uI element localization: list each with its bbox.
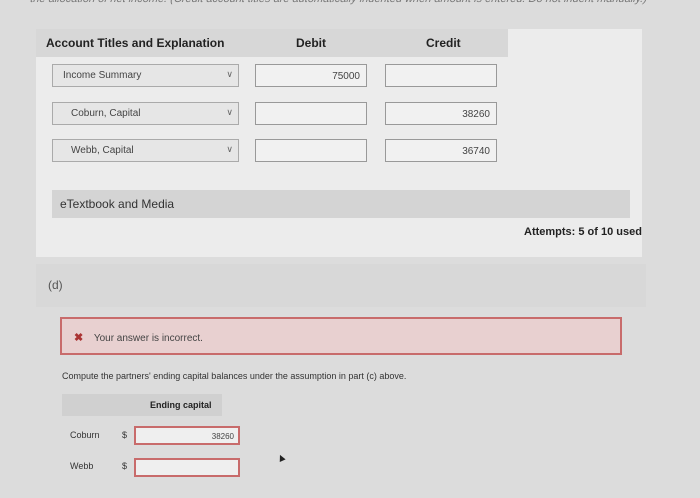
ending-capital-header-label: Ending capital: [150, 400, 212, 410]
chevron-down-icon: ∨: [226, 107, 233, 117]
question-instruction: Compute the partners' ending capital bal…: [62, 371, 407, 381]
account-select-value: Income Summary: [63, 70, 142, 81]
attempts-counter: Attempts: 5 of 10 used: [524, 226, 642, 238]
credit-column-header: Credit: [426, 36, 461, 50]
account-select[interactable]: Webb, Capital ∨: [52, 139, 239, 162]
error-banner: ✖ Your answer is incorrect.: [60, 317, 622, 355]
account-select-value: Coburn, Capital: [71, 108, 141, 119]
coburn-label: Coburn: [70, 430, 100, 440]
webb-ending-capital-input[interactable]: [134, 458, 240, 477]
x-icon: ✖: [74, 332, 84, 344]
debit-input[interactable]: [255, 102, 367, 125]
journal-table-header: Account Titles and Explanation Debit Cre…: [36, 29, 508, 57]
debit-column-header: Debit: [296, 36, 326, 50]
mouse-cursor-icon: ▲: [273, 450, 289, 466]
part-d-header: (d): [36, 264, 646, 307]
chevron-down-icon: ∨: [226, 144, 233, 154]
account-column-header: Account Titles and Explanation: [46, 36, 225, 50]
etextbook-link[interactable]: eTextbook and Media: [52, 190, 630, 218]
debit-input[interactable]: 75000: [255, 64, 367, 87]
error-message: Your answer is incorrect.: [93, 333, 203, 344]
ending-capital-header: Ending capital: [62, 394, 222, 416]
coburn-ending-capital-input[interactable]: 38260: [134, 426, 240, 445]
webb-label: Webb: [70, 461, 94, 471]
chevron-down-icon: ∨: [226, 69, 233, 79]
debit-input[interactable]: [255, 139, 367, 162]
credit-input[interactable]: 36740: [385, 139, 497, 162]
currency-symbol: $: [122, 430, 128, 440]
account-select-value: Webb, Capital: [71, 145, 134, 156]
account-select[interactable]: Income Summary ∨: [52, 64, 239, 87]
credit-input[interactable]: 38260: [385, 102, 497, 125]
account-select[interactable]: Coburn, Capital ∨: [52, 102, 239, 125]
part-label: (d): [48, 278, 63, 292]
currency-symbol: $: [122, 461, 128, 471]
instructions-note: the allocation of net income. (Credit ac…: [29, 0, 672, 11]
credit-input[interactable]: [385, 64, 497, 87]
